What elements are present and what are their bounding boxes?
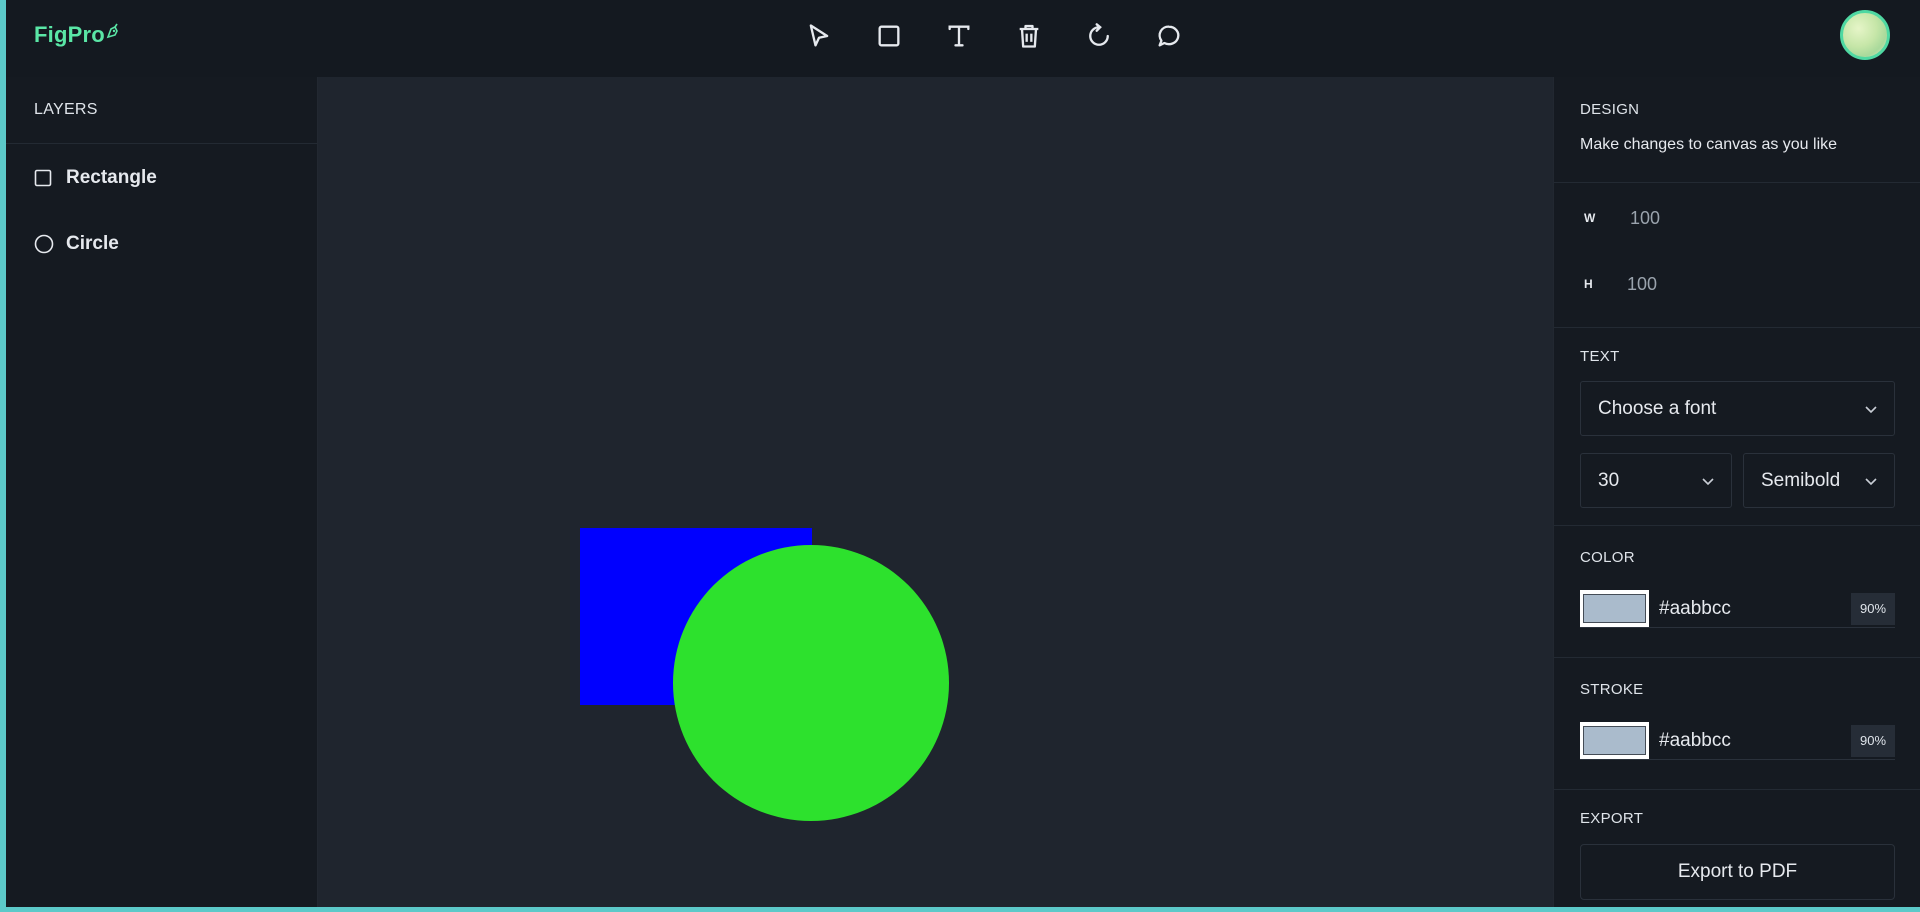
stroke-section: STROKE #aabbcc 90% bbox=[1554, 658, 1920, 790]
export-pdf-button[interactable]: Export to PDF bbox=[1580, 844, 1895, 900]
layers-title: LAYERS bbox=[6, 77, 317, 144]
reset-icon bbox=[1089, 23, 1109, 46]
stroke-opacity[interactable]: 90% bbox=[1851, 724, 1895, 757]
font-weight-value: Semibold bbox=[1761, 469, 1841, 491]
stroke-color-hex[interactable]: #aabbcc bbox=[1659, 730, 1851, 752]
design-title: DESIGN bbox=[1580, 101, 1640, 118]
height-row: H bbox=[1580, 269, 1847, 299]
color-title: COLOR bbox=[1580, 549, 1635, 566]
chevron-down-icon bbox=[1702, 477, 1714, 485]
comment-icon bbox=[1158, 25, 1180, 47]
delete-tool-button[interactable] bbox=[994, 16, 1064, 56]
user-avatar[interactable] bbox=[1840, 10, 1890, 60]
fill-color-swatch[interactable] bbox=[1580, 590, 1649, 627]
trash-icon bbox=[1019, 24, 1039, 48]
reset-tool-button[interactable] bbox=[1064, 16, 1134, 56]
dimensions-section: W H bbox=[1554, 183, 1920, 328]
cursor-icon bbox=[809, 24, 829, 47]
fill-opacity[interactable]: 90% bbox=[1851, 592, 1895, 625]
design-subtitle: Make changes to canvas as you like bbox=[1580, 136, 1838, 153]
font-weight-select[interactable]: Semibold bbox=[1743, 453, 1895, 508]
width-label: W bbox=[1584, 211, 1596, 225]
canvas-circle-shape[interactable] bbox=[673, 545, 949, 821]
font-size-value: 30 bbox=[1598, 469, 1620, 491]
chevron-down-icon bbox=[1865, 477, 1877, 485]
design-canvas[interactable] bbox=[318, 77, 1553, 907]
font-family-value: Choose a font bbox=[1598, 397, 1717, 419]
app-window: FigPro LAYERS Rectangle Circle DESIGN Ma… bbox=[6, 0, 1920, 907]
font-size-select[interactable]: 30 bbox=[1580, 453, 1732, 508]
fill-color-hex[interactable]: #aabbcc bbox=[1659, 598, 1851, 620]
layer-item-label: Rectangle bbox=[66, 167, 157, 188]
circle-icon bbox=[34, 234, 54, 254]
height-input[interactable] bbox=[1606, 269, 1847, 299]
text-icon bbox=[948, 25, 970, 47]
toolbar bbox=[784, 16, 1204, 56]
text-title: TEXT bbox=[1580, 348, 1620, 365]
export-title: EXPORT bbox=[1580, 810, 1644, 827]
layer-item-rectangle[interactable]: Rectangle bbox=[6, 145, 317, 211]
rectangle-icon bbox=[878, 25, 900, 47]
stroke-color-swatch[interactable] bbox=[1580, 722, 1649, 759]
text-tool-button[interactable] bbox=[924, 16, 994, 56]
rectangle-tool-button[interactable] bbox=[854, 16, 924, 56]
font-family-select[interactable]: Choose a font bbox=[1580, 381, 1895, 436]
design-panel: DESIGN Make changes to canvas as you lik… bbox=[1553, 77, 1920, 907]
stroke-color-row: #aabbcc 90% bbox=[1580, 722, 1895, 760]
logo: FigPro bbox=[34, 22, 105, 47]
width-input[interactable] bbox=[1606, 203, 1850, 233]
layers-panel: LAYERS Rectangle Circle bbox=[6, 77, 318, 907]
width-row: W bbox=[1580, 203, 1850, 233]
color-section: COLOR #aabbcc 90% bbox=[1554, 526, 1920, 658]
top-bar: FigPro bbox=[6, 0, 1920, 78]
chevron-down-icon bbox=[1865, 405, 1877, 413]
height-label: H bbox=[1584, 277, 1593, 291]
layer-item-label: Circle bbox=[66, 233, 119, 254]
text-section: TEXT Choose a font 30 Semibold bbox=[1554, 328, 1920, 526]
square-icon bbox=[34, 168, 54, 188]
stroke-title: STROKE bbox=[1580, 681, 1644, 698]
pen-nib-icon bbox=[106, 23, 118, 39]
export-section: EXPORT Export to PDF bbox=[1554, 790, 1920, 907]
design-section: DESIGN Make changes to canvas as you lik… bbox=[1554, 77, 1920, 183]
layer-item-circle[interactable]: Circle bbox=[6, 211, 317, 277]
comment-tool-button[interactable] bbox=[1134, 16, 1204, 56]
select-tool-button[interactable] bbox=[784, 16, 854, 56]
fill-color-row: #aabbcc 90% bbox=[1580, 590, 1895, 628]
